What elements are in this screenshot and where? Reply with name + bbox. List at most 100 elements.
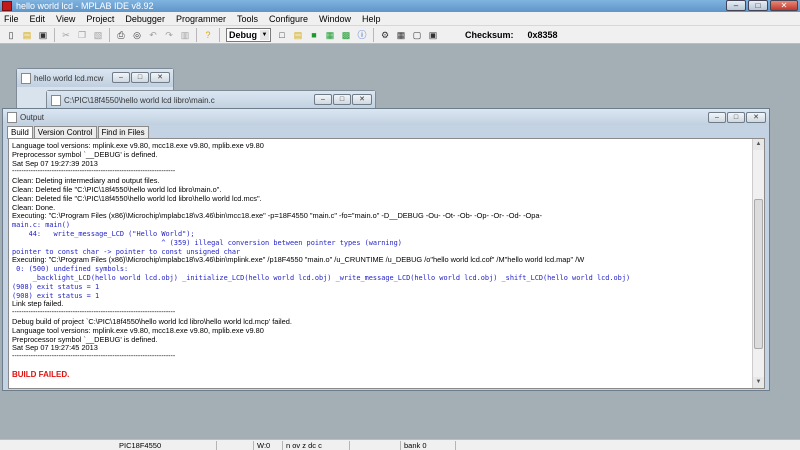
output-window-titlebar[interactable]: Output ‒ □ ✕ (3, 109, 769, 125)
document-icon (51, 94, 61, 106)
minimize-button[interactable]: ‒ (708, 112, 726, 123)
window-title: hello world lcd - MPLAB IDE v8.92 (16, 1, 154, 11)
info-icon[interactable]: ⓘ (356, 29, 368, 41)
copy-icon[interactable]: ❐ (76, 29, 88, 41)
toolbar-separator (196, 27, 197, 42)
status-bar: PIC18F4550 W:0 n ov z dc c bank 0 (0, 439, 800, 450)
scroll-down-icon[interactable]: ▼ (753, 377, 764, 388)
output-line: 0: (500) undefined symbols: (12, 265, 129, 274)
open-folder-icon[interactable]: ▤ (21, 29, 33, 41)
menu-debugger[interactable]: Debugger (125, 14, 165, 24)
status-placeholder (455, 441, 635, 450)
tab-version-control[interactable]: Version Control (33, 126, 97, 138)
chevron-down-icon: ▼ (260, 29, 269, 40)
toolbar-separator (373, 27, 374, 42)
output-line: Sat Sep 07 19:27:39 2013 (12, 159, 98, 168)
close-button[interactable]: ✕ (746, 112, 766, 123)
window-controls: ‒ □ ✕ (726, 0, 798, 11)
mplab-app-icon[interactable] (2, 1, 12, 11)
checksum-display: Checksum: 0x8358 (465, 30, 558, 40)
undo-icon[interactable]: ↶ (147, 29, 159, 41)
open-project-icon[interactable]: ▤ (292, 29, 304, 41)
help-icon[interactable]: ? (202, 29, 214, 41)
menu-programmer[interactable]: Programmer (176, 14, 226, 24)
toolbar-separator (109, 27, 110, 42)
output-line: ----------------------------------------… (12, 353, 176, 361)
output-line: _backlight_LCD(hello world lcd.obj) _ini… (12, 273, 631, 282)
menu-project[interactable]: Project (86, 14, 114, 24)
find-icon[interactable]: ◎ (131, 29, 143, 41)
save-project-icon[interactable]: ■ (308, 29, 320, 41)
toolbar-separator (219, 27, 220, 42)
output-line: Link step failed. (12, 300, 64, 309)
scrollbar-thumb[interactable] (754, 199, 763, 349)
tab-find-in-files[interactable]: Find in Files (97, 126, 149, 138)
new-file-icon[interactable]: ▯ (5, 29, 17, 41)
menu-configure[interactable]: Configure (269, 14, 308, 24)
paste-icon[interactable]: ▧ (92, 29, 104, 41)
new-project-icon[interactable]: □ (276, 29, 288, 41)
maximize-button[interactable]: □ (727, 112, 745, 123)
output-line: pointer to const char -> pointer to cons… (12, 247, 241, 256)
build-output-pane[interactable]: Language tool versions: mplink.exe v9.80… (8, 138, 765, 389)
program-memory-icon[interactable]: ▦ (395, 29, 407, 41)
bookmark-icon[interactable]: ▥ (179, 29, 191, 41)
scroll-up-icon[interactable]: ▲ (753, 139, 764, 150)
stopwatch-icon[interactable]: ▣ (427, 29, 439, 41)
status-wreg: W:0 (253, 441, 270, 450)
cut-icon[interactable]: ✂ (60, 29, 72, 41)
menu-edit[interactable]: Edit (30, 14, 46, 24)
toolbar-separator (54, 27, 55, 42)
toolbar: ▯ ▤ ▣ ✂ ❐ ▧ ⎙ ◎ ↶ ↷ ▥ ? Debug ▼ □ ▤ ■ ▦ … (0, 25, 800, 44)
build-icon[interactable]: ▦ (324, 29, 336, 41)
output-window-controls: ‒ □ ✕ (708, 112, 766, 123)
output-line: 44: write_message_LCD ("Hello World"); (12, 229, 195, 238)
close-button[interactable]: ✕ (150, 72, 170, 83)
output-line: ^ (359) illegal conversion between point… (12, 238, 402, 247)
checksum-label: Checksum: (465, 29, 514, 40)
output-line: Sat Sep 07 19:27:45 2013 (12, 344, 98, 353)
workspace-window-titlebar[interactable]: hello world lcd.mcw ‒ □ ✕ (17, 69, 173, 87)
output-line: Clean: Done. (12, 203, 56, 212)
vertical-scrollbar[interactable]: ▲ ▼ (752, 139, 764, 388)
redo-icon[interactable]: ↷ (163, 29, 175, 41)
workspace-window-title: hello world lcd.mcw (34, 73, 104, 83)
menu-file[interactable]: File (4, 14, 19, 24)
watch-icon[interactable]: ▢ (411, 29, 423, 41)
print-icon[interactable]: ⎙ (115, 29, 127, 41)
menu-window[interactable]: Window (319, 14, 351, 24)
minimize-button[interactable]: ‒ (726, 0, 746, 11)
output-line: main.c: main() (12, 221, 71, 230)
menu-tools[interactable]: Tools (237, 14, 258, 24)
editor-window-title: C:\PIC\18f4550\hello world lcd libro\mai… (64, 95, 215, 105)
editor-window-controls: ‒ □ ✕ (314, 94, 372, 105)
maximize-button[interactable]: □ (131, 72, 149, 83)
close-button[interactable]: ✕ (352, 94, 372, 105)
status-placeholder (216, 441, 242, 450)
output-line: ----------------------------------------… (12, 309, 176, 317)
menu-view[interactable]: View (56, 14, 75, 24)
minimize-button[interactable]: ‒ (112, 72, 130, 83)
build-configuration-select[interactable]: Debug ▼ (226, 27, 271, 42)
save-icon[interactable]: ▣ (37, 29, 49, 41)
document-icon (21, 72, 31, 84)
output-line: (908) exit status = 1 (12, 282, 100, 291)
minimize-button[interactable]: ‒ (314, 94, 332, 105)
checksum-icon[interactable]: ⚙ (379, 29, 391, 41)
status-bank: bank 0 (400, 441, 427, 450)
output-window[interactable]: Output ‒ □ ✕ Build Version Control Find … (2, 108, 770, 391)
maximize-button[interactable]: □ (748, 0, 768, 11)
close-button[interactable]: ✕ (770, 0, 798, 11)
rebuild-all-icon[interactable]: ▩ (340, 29, 352, 41)
output-line: ----------------------------------------… (12, 168, 176, 176)
menu-help[interactable]: Help (362, 14, 381, 24)
status-placeholder (349, 441, 397, 450)
workspace-window-controls: ‒ □ ✕ (112, 72, 170, 83)
build-configuration-value: Debug (229, 29, 257, 40)
output-line: Debug build of project `C:\PIC\18f4550\h… (12, 317, 292, 326)
checksum-value: 0x8358 (527, 29, 558, 40)
output-line: Executing: "C:\Program Files (x86)\Micro… (12, 212, 542, 221)
output-window-title: Output (20, 112, 45, 122)
maximize-button[interactable]: □ (333, 94, 351, 105)
editor-window-titlebar[interactable]: C:\PIC\18f4550\hello world lcd libro\mai… (47, 91, 375, 109)
